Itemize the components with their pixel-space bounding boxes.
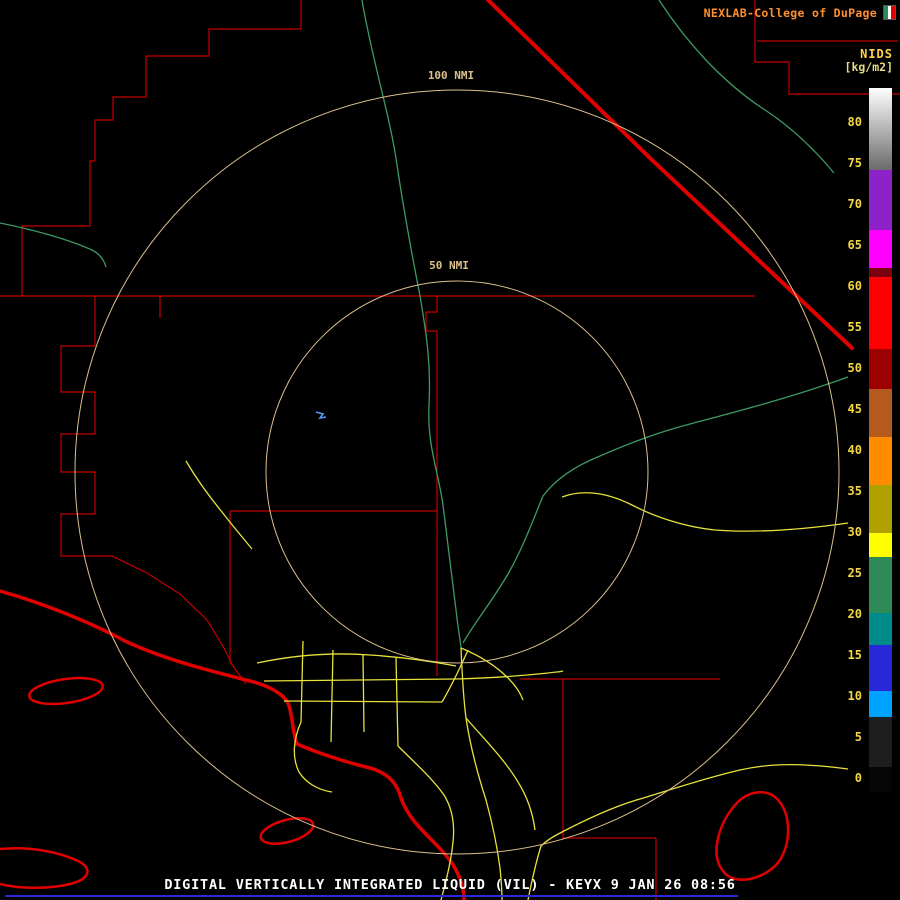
range-ring-100nmi [75, 90, 839, 854]
highway-line [264, 679, 456, 681]
island-outline [258, 813, 316, 848]
lake-marker [316, 412, 326, 418]
colorbar-tick-label: 25 [818, 566, 862, 580]
range-ring-50nmi [266, 281, 648, 663]
colorbar-tick-label: 55 [818, 320, 862, 334]
colorbar-segment [869, 717, 892, 767]
highway-line [562, 493, 848, 531]
county-boundary [22, 161, 95, 296]
county-boundary [230, 511, 246, 684]
county-boundary [95, 0, 301, 161]
highway-line [363, 655, 364, 732]
highway-line [186, 461, 252, 549]
range-ring-label-100: 100 NMI [428, 69, 474, 82]
colorbar-segment [869, 613, 892, 645]
highway-line [456, 671, 563, 679]
colorbar-tick-label: 80 [818, 115, 862, 129]
county-lines [0, 0, 900, 900]
colorbar-segment [869, 170, 892, 230]
river-line [0, 223, 106, 267]
colorbar-tick-label: 0 [818, 771, 862, 785]
colorbar-tick-label: 60 [818, 279, 862, 293]
footer-underline [5, 895, 738, 897]
river-line [362, 0, 461, 648]
radar-map: 100 NMI 50 NMI [0, 0, 900, 900]
attribution-row: NEXLAB-College of DuPage [704, 5, 896, 20]
colorbar-segment [869, 437, 892, 485]
highway-lines [186, 461, 848, 900]
nexlab-logo-icon [883, 5, 896, 20]
colorbar-tick-label: 5 [818, 730, 862, 744]
colorbar-segment [869, 349, 892, 389]
colorbar-tick-label: 15 [818, 648, 862, 662]
colorbar-tick-label: 30 [818, 525, 862, 539]
highway-line [461, 648, 523, 700]
county-boundary [61, 296, 231, 662]
colorbar-tick-label: 35 [818, 484, 862, 498]
colorbar-tick-label: 65 [818, 238, 862, 252]
coastline-line [0, 591, 464, 900]
range-ring-label-50: 50 NMI [429, 259, 469, 272]
colorbar-segment [869, 691, 892, 717]
colorbar-tick-label: 45 [818, 402, 862, 416]
highway-line [466, 718, 535, 830]
island-outline [28, 674, 105, 708]
colorbar-tick-label: 20 [818, 607, 862, 621]
river-line [659, 0, 834, 173]
colorbar-segment [869, 230, 892, 268]
colorbar-segment [869, 533, 892, 557]
colorbar-segment [869, 268, 892, 277]
colorbar-segment [869, 557, 892, 613]
colorbar-segment [869, 645, 892, 691]
colorbar-segment [869, 485, 892, 533]
highway-line [331, 650, 333, 742]
radar-display: 100 NMI 50 NMI NEXLAB-College of DuPage … [0, 0, 900, 900]
colorbar-ticks: 80757065605550454035302520151050 [818, 0, 862, 900]
colorbar-tick-label: 50 [818, 361, 862, 375]
colorbar-segment [869, 389, 892, 437]
highway-line [461, 648, 502, 900]
highway-line [301, 641, 303, 722]
river-line [463, 377, 848, 643]
colorbar-tick-label: 75 [818, 156, 862, 170]
major-red-lines [0, 0, 852, 900]
product-title: DIGITAL VERTICALLY INTEGRATED LIQUID (VI… [0, 877, 900, 893]
colorbar-segments [869, 88, 892, 792]
county-boundary [520, 679, 656, 838]
colorbar-tick-label: 10 [818, 689, 862, 703]
colorbar-segment [869, 767, 892, 792]
colorbar-tick-label: 70 [818, 197, 862, 211]
colorbar-tick-label: 40 [818, 443, 862, 457]
colorbar-segment [869, 88, 892, 170]
colorbar-segment [869, 277, 892, 349]
range-rings [75, 90, 839, 854]
island-outline [717, 792, 789, 880]
